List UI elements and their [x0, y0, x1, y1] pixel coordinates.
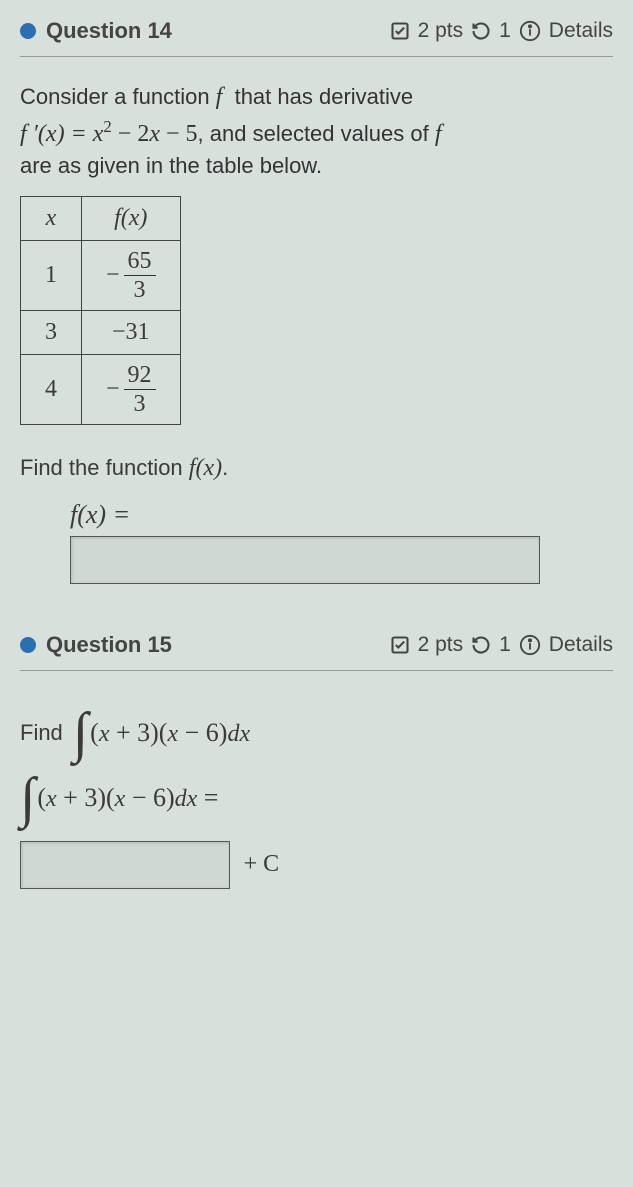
answer-input[interactable]: [20, 841, 230, 889]
table-header-x: x: [46, 205, 57, 231]
x-cell: 3: [21, 310, 82, 354]
question-header: Question 14 2 pts 1: [20, 18, 613, 57]
info-icon[interactable]: [519, 20, 541, 42]
retry-icon: [471, 21, 491, 41]
attempts-label: 1: [499, 19, 511, 43]
plus-c-label: + C: [244, 851, 280, 877]
fx-cell: −653: [82, 240, 181, 310]
question-title-group: Question 15: [20, 632, 172, 658]
retry-icon: [471, 635, 491, 655]
details-link[interactable]: Details: [549, 633, 613, 657]
question-title: Question 14: [46, 18, 172, 44]
prompt-text: , and selected values of: [198, 121, 435, 146]
prompt-text: are as given in the table below.: [20, 153, 322, 178]
fn-symbol: f: [435, 121, 442, 147]
details-link[interactable]: Details: [549, 19, 613, 43]
attempts-label: 1: [499, 633, 511, 657]
prompt-text: .: [222, 455, 228, 480]
answer-label: f(x) =: [70, 500, 613, 530]
table-header-fx: f(x): [114, 205, 147, 231]
table-row: 4 −923: [21, 354, 181, 424]
prompt-text: Find the function: [20, 455, 189, 480]
integrand: (x + 3)(x − 6)dx: [90, 718, 250, 748]
points-label: 2 pts: [418, 633, 464, 657]
values-table: x f(x) 1 −653 3 −31 4 −923: [20, 196, 181, 425]
question-meta: 2 pts 1 Details: [390, 19, 613, 43]
answer-row: + C: [20, 841, 613, 889]
points-label: 2 pts: [418, 19, 464, 43]
question-15: Question 15 2 pts 1: [0, 614, 633, 919]
fx-cell: −31: [82, 310, 181, 354]
fx-cell: −923: [82, 354, 181, 424]
table-row: 3 −31: [21, 310, 181, 354]
integrand-eq: (x + 3)(x − 6)dx =: [37, 783, 218, 813]
table-header-row: x f(x): [21, 196, 181, 240]
question-title-group: Question 14: [20, 18, 172, 44]
prompt-text: Consider a function: [20, 84, 216, 109]
x-cell: 1: [21, 240, 82, 310]
status-dot-icon: [20, 637, 36, 653]
question-header: Question 15 2 pts 1: [20, 632, 613, 671]
question-14: Question 14 2 pts 1: [0, 0, 633, 614]
find-integral-row: Find ∫ (x + 3)(x − 6)dx: [20, 711, 613, 756]
answer-input[interactable]: [70, 536, 540, 584]
integral-icon: ∫: [20, 776, 35, 821]
find-prompt: Find the function f(x).: [20, 455, 613, 482]
check-icon: [390, 635, 410, 655]
answer-integral-row: ∫ (x + 3)(x − 6)dx =: [20, 776, 613, 821]
fn-symbol: f(x): [189, 455, 222, 481]
table-row: 1 −653: [21, 240, 181, 310]
integral-icon: ∫: [73, 711, 88, 756]
prompt-text: that has derivative: [228, 84, 413, 109]
answer-block: f(x) =: [70, 500, 613, 584]
question-meta: 2 pts 1 Details: [390, 633, 613, 657]
info-icon[interactable]: [519, 634, 541, 656]
question-title: Question 15: [46, 632, 172, 658]
question-prompt: Consider a function f that has derivativ…: [20, 81, 613, 182]
find-label: Find: [20, 720, 63, 746]
derivative-lhs: f ′(x) =: [20, 121, 93, 147]
x-cell: 4: [21, 354, 82, 424]
status-dot-icon: [20, 23, 36, 39]
check-icon: [390, 21, 410, 41]
fn-symbol: f: [216, 84, 223, 110]
